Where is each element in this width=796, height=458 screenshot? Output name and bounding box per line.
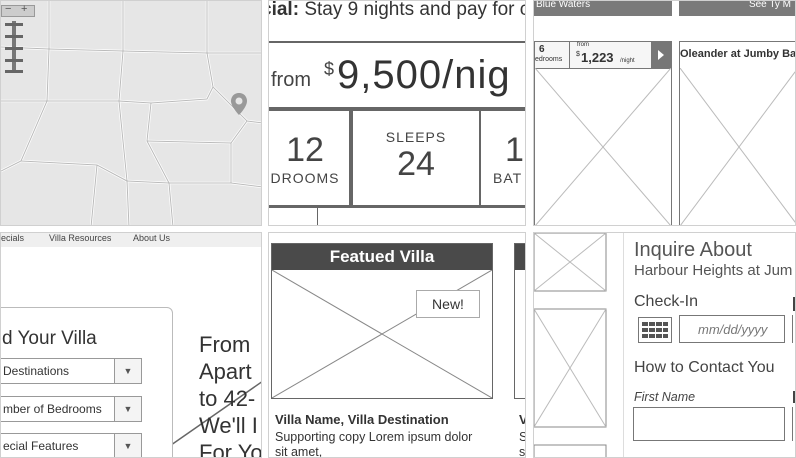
date-placeholder: mm/dd/yyyy (698, 322, 768, 337)
inquire-subtitle: Harbour Heights at Jum (634, 262, 793, 279)
promo-banner: cial: Stay 9 nights and pay for c (269, 0, 526, 21)
featured-villa-card[interactable]: Featued Villa New! (271, 243, 493, 399)
features-select[interactable]: ecial Features ▼ (1, 433, 142, 457)
top-nav: ecials Villa Resources About Us (1, 233, 261, 247)
select-label: mber of Bedrooms (3, 402, 102, 416)
checkin-label: Check-In (634, 293, 699, 310)
bar-right-label: See Ty M (748, 0, 791, 10)
villa-copy-next: s (519, 445, 526, 458)
checkout-field-edge[interactable] (792, 315, 795, 343)
bedrooms-label: DROOMS (270, 170, 340, 186)
map-pin-icon[interactable] (229, 91, 249, 117)
price-value: 9,500/nig (337, 53, 511, 97)
image-placeholder (680, 68, 795, 225)
search-heading: d Your Villa (2, 328, 97, 349)
zoom-out-button[interactable]: − (5, 3, 11, 15)
card-info-bar: 6 edrooms from $ 1,223 /night (535, 42, 671, 69)
map-panel[interactable]: − + (0, 0, 262, 226)
villa-title-next[interactable]: V (519, 412, 525, 427)
special-offer-panel: cial: Stay 9 nights and pay for c from $… (268, 0, 526, 226)
chevron-down-icon: ▼ (114, 434, 141, 457)
divider (317, 207, 318, 225)
nav-item-specials[interactable]: ecials (1, 233, 24, 243)
listing-panel: Blue Waters See Ty M 6 edrooms from $ 1,… (533, 0, 796, 226)
hero-line: We'll I (199, 413, 258, 438)
bedrooms-label: edrooms (535, 56, 563, 63)
divider (569, 42, 570, 68)
from-label: from (271, 69, 311, 91)
arrow-right-icon (658, 50, 664, 60)
sleeps-label: SLEEPS (385, 129, 447, 145)
chevron-down-icon: ▼ (114, 359, 141, 383)
from-label: from (577, 42, 589, 48)
price-box: from $ 9,500/nig (269, 41, 525, 109)
hero-headline: From Apart to 42- We'll I For Yo (199, 331, 262, 458)
hero-line: From (199, 332, 251, 357)
featured-villa-panel: Featued Villa New! Villa Name, Villa Des… (268, 232, 526, 458)
hero-line: Apart (199, 359, 252, 384)
villa-finder-panel: ecials Villa Resources About Us d Your V… (0, 232, 262, 458)
zoom-slider-tick (5, 59, 23, 62)
listing-card-left[interactable]: 6 edrooms from $ 1,223 /night (534, 41, 672, 225)
baths-label: BAT (493, 170, 523, 186)
sleeps-stat: SLEEPS 24 (351, 109, 481, 207)
sleeps-count: 24 (397, 145, 435, 183)
card-title: Oleander at Jumby Bay (680, 48, 796, 60)
bedrooms-select[interactable]: mber of Bedrooms ▼ (1, 396, 142, 422)
zoom-slider-tick (5, 47, 23, 50)
villa-copy: sit amet, (275, 445, 323, 458)
listing-bar-right[interactable]: See Ty M (679, 0, 795, 16)
divider (269, 207, 525, 208)
zoom-slider-tick (5, 35, 23, 38)
thumbnail-strip (534, 233, 624, 457)
first-name-label: First Name (634, 390, 696, 404)
villa-copy-next: S (519, 430, 525, 444)
baths-stat: 1 BAT (479, 109, 525, 207)
hero-line: to 42- (199, 386, 256, 411)
nav-item-about-us[interactable]: About Us (133, 233, 170, 243)
last-name-field-edge[interactable] (792, 407, 795, 441)
zoom-slider-tick (5, 70, 23, 73)
select-label: ecial Features (3, 439, 79, 453)
inquire-panel: Inquire About Harbour Heights at Jum Che… (533, 232, 796, 458)
inquire-title: Inquire About (634, 239, 752, 261)
calendar-icon[interactable] (638, 317, 672, 343)
next-button[interactable] (651, 42, 671, 68)
bedrooms-count: 12 (286, 131, 324, 169)
contact-label: How to Contact You (634, 359, 775, 376)
new-badge: New! (416, 290, 480, 318)
chevron-down-icon: ▼ (114, 397, 141, 421)
first-name-input[interactable] (633, 407, 785, 441)
map-canvas[interactable] (1, 1, 262, 226)
search-box: d Your Villa Destinations ▼ mber of Bedr… (1, 307, 173, 457)
hero-line: For Yo (199, 440, 262, 458)
bedrooms-num: 6 (539, 44, 545, 55)
price-currency: $ (576, 51, 580, 58)
promo-text: Stay 9 nights and pay for c (304, 0, 526, 20)
villa-copy: Supporting copy Lorem ipsum dolor (275, 430, 473, 444)
card-header-bar (515, 244, 525, 270)
featured-villa-card-next[interactable] (514, 243, 525, 399)
checkin-date-input[interactable]: mm/dd/yyyy (679, 315, 785, 343)
price-value: 1,223 (581, 50, 614, 65)
nav-item-villa-resources[interactable]: Villa Resources (49, 233, 111, 243)
featured-header: Featued Villa (272, 244, 492, 270)
image-placeholder (535, 68, 671, 225)
zoom-slider-tick (5, 23, 23, 26)
currency-symbol: $ (324, 59, 335, 79)
baths-count: 1 (505, 131, 524, 169)
listing-card-right[interactable]: Oleander at Jumby Bay (679, 41, 796, 225)
promo-prefix: cial: (269, 0, 300, 20)
destinations-select[interactable]: Destinations ▼ (1, 358, 142, 384)
bedrooms-stat: 12 DROOMS (269, 109, 351, 207)
listing-bar-left[interactable]: Blue Waters (534, 1, 672, 16)
zoom-in-button[interactable]: + (21, 3, 27, 15)
select-label: Destinations (3, 364, 70, 378)
bar-left-label: Blue Waters (536, 0, 591, 10)
villa-title[interactable]: Villa Name, Villa Destination (275, 412, 449, 427)
price-unit: /night (620, 58, 635, 64)
